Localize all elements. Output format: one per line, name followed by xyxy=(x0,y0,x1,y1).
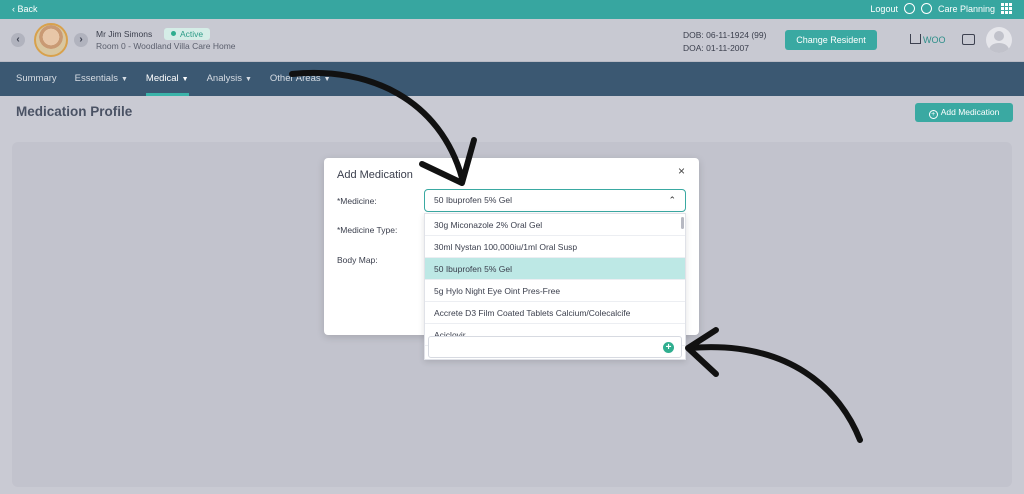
arrow-to-add-input-head xyxy=(685,327,719,377)
arrow-to-select xyxy=(289,69,465,181)
arrow-to-add-input xyxy=(687,344,863,443)
annotation-arrows xyxy=(289,69,863,443)
